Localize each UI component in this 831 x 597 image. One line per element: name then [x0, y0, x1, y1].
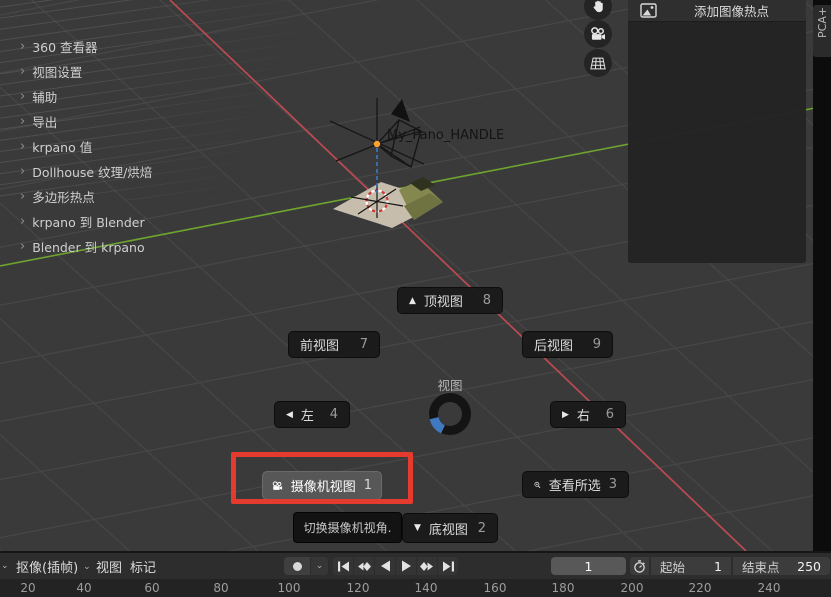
shortcut-key: 3 — [609, 477, 617, 492]
markers-menu[interactable]: 标记 — [130, 557, 156, 576]
ruler-tick-label: 40 — [76, 581, 91, 595]
triangle-up-icon: ▲ — [409, 296, 416, 306]
triangle-left-icon: ◀ — [286, 410, 293, 420]
grid-icon — [590, 57, 606, 70]
timeline-header: ⌄ 抠像(插帧) ⌄ 视图 标记 ⌄ — [0, 553, 831, 579]
record-button[interactable] — [284, 557, 310, 575]
tooltip: 切换摄像机视角. — [293, 512, 402, 543]
chevron-down-icon: ⌄ — [316, 561, 324, 571]
previous-keyframe-button[interactable] — [354, 557, 374, 575]
play-button[interactable] — [396, 557, 416, 575]
jump-to-end-button[interactable] — [438, 557, 458, 575]
sidebar-section-polygon-hotspot[interactable]: ›多边形热点 — [0, 184, 178, 209]
stopwatch-icon — [633, 560, 646, 573]
auto-keying-group: ⌄ — [284, 557, 328, 575]
play-icon — [401, 560, 412, 572]
shortcut-key: 2 — [478, 521, 486, 536]
jump-start-icon — [337, 561, 350, 572]
3d-viewport[interactable]: My_Pano_HANDLE — [0, 0, 831, 551]
chevron-right-icon: › — [20, 65, 25, 78]
sidebar-header[interactable]: 添加图像热点 — [628, 0, 806, 22]
pie-direction-ring — [428, 392, 472, 436]
current-frame-field[interactable]: 1 — [551, 557, 626, 575]
pie-ring-highlight-arc — [434, 418, 443, 429]
pan-view-button[interactable] — [584, 0, 612, 20]
timeline-editor: ⌄ 抠像(插帧) ⌄ 视图 标记 ⌄ — [0, 551, 831, 595]
editor-type-chevron-icon[interactable]: ⌄ — [1, 561, 9, 571]
chevron-right-icon: › — [20, 190, 25, 203]
sidebar-section-view-settings[interactable]: ›视图设置 — [0, 59, 178, 84]
sidebar-section-krpano-to-blender[interactable]: ›krpano 到 Blender — [0, 209, 178, 234]
end-frame-field[interactable]: 结束点 250 — [733, 557, 830, 575]
sidebar-section-assist[interactable]: ›辅助 — [0, 84, 178, 109]
use-preview-range-button[interactable] — [630, 557, 649, 575]
sidebar-section-dollhouse[interactable]: ›Dollhouse 纹理/烘焙 — [0, 159, 178, 184]
sidebar-tab-pca[interactable]: PCA+ — [813, 5, 831, 57]
jump-end-icon — [442, 561, 455, 572]
shortcut-key: 7 — [360, 337, 368, 352]
sidebar-section-export[interactable]: ›导出 — [0, 109, 178, 134]
play-reverse-button[interactable] — [375, 557, 395, 575]
chevron-right-icon: › — [20, 240, 25, 253]
shortcut-key: 6 — [606, 407, 614, 422]
ruler-tick-label: 180 — [552, 581, 575, 595]
next-keyframe-icon — [420, 561, 434, 572]
pie-item-front-view[interactable]: 前视图 7 — [288, 331, 380, 358]
prev-keyframe-icon — [357, 561, 371, 572]
chevron-right-icon: › — [20, 215, 25, 228]
ruler-tick-label: 120 — [347, 581, 370, 595]
chevron-right-icon: › — [20, 140, 25, 153]
ruler-tick-label: 140 — [415, 581, 438, 595]
movie-camera-icon — [590, 27, 606, 41]
triangle-right-icon: ▶ — [562, 410, 569, 420]
ruler-tick-label: 200 — [621, 581, 644, 595]
image-icon — [640, 3, 657, 18]
camera-view-nav-button[interactable] — [584, 20, 612, 48]
ruler-tick-label: 160 — [484, 581, 507, 595]
chevron-down-icon: ⌄ — [83, 562, 91, 572]
hand-icon — [591, 0, 606, 14]
start-frame-field[interactable]: 起始 1 — [651, 557, 731, 575]
next-keyframe-button[interactable] — [417, 557, 437, 575]
chevron-right-icon: › — [20, 90, 25, 103]
frame-range-group: 起始 1 结束点 250 — [650, 557, 830, 575]
pie-item-back-view[interactable]: 后视图 9 — [522, 331, 613, 358]
ruler-tick-label: 100 — [278, 581, 301, 595]
record-icon — [293, 562, 302, 571]
pie-item-left-view[interactable]: ◀ 左 4 — [274, 401, 350, 428]
ruler-tick-label: 20 — [20, 581, 35, 595]
pie-item-right-view[interactable]: ▶ 右 6 — [550, 401, 626, 428]
timeline-ruler[interactable]: 20 40 60 80 100 120 140 160 180 200 220 … — [0, 579, 831, 597]
pie-item-bottom-view[interactable]: ▼ 底视图 2 — [402, 513, 498, 543]
sidebar-section-krpano-values[interactable]: ›krpano 值 — [0, 134, 178, 159]
panel-title: 添加图像热点 — [657, 1, 806, 20]
sidebar-section-blender-to-krpano[interactable]: ›Blender 到 krpano — [0, 234, 178, 259]
shortcut-key: 9 — [593, 337, 601, 352]
triangle-down-icon: ▼ — [414, 523, 421, 533]
ruler-tick-label: 80 — [213, 581, 228, 595]
view-menu[interactable]: 视图 — [96, 557, 122, 576]
sidebar-section-360-viewer[interactable]: ›360 查看器 — [0, 34, 178, 59]
object-name-label: My_Pano_HANDLE — [387, 128, 504, 143]
pie-item-view-selected[interactable]: 查看所选 3 — [522, 471, 629, 498]
shortcut-key: 8 — [483, 293, 491, 308]
ruler-tick-label: 240 — [758, 581, 781, 595]
play-reverse-icon — [380, 560, 391, 572]
krpano-sidebar-panel: 添加图像热点 — [628, 0, 806, 263]
chevron-right-icon: › — [20, 40, 25, 53]
region-edge-strip — [813, 0, 831, 551]
record-options-button[interactable]: ⌄ — [311, 557, 328, 575]
annotation-highlight-rectangle — [231, 452, 413, 504]
ruler-tick-label: 220 — [689, 581, 712, 595]
magnifier-icon — [534, 478, 541, 492]
chevron-right-icon: › — [20, 165, 25, 178]
chevron-right-icon: › — [20, 115, 25, 128]
ruler-tick-label: 60 — [144, 581, 159, 595]
grid-toggle-button[interactable] — [584, 49, 612, 77]
pie-item-top-view[interactable]: ▲ 顶视图 8 — [397, 287, 503, 314]
playback-menu[interactable]: 抠像(插帧) ⌄ — [16, 557, 91, 576]
jump-to-start-button[interactable] — [333, 557, 353, 575]
playback-controls — [333, 557, 458, 575]
shortcut-key: 4 — [330, 407, 338, 422]
